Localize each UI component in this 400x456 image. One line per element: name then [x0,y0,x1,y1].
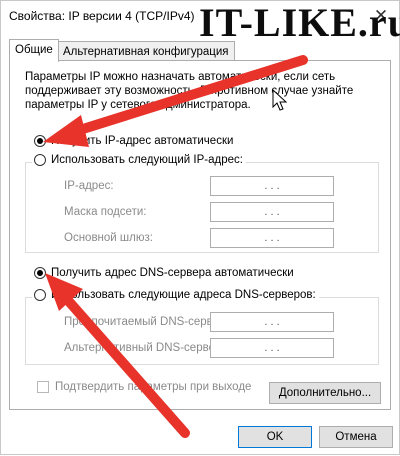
default-gateway-label: Основной шлюз: [64,232,153,244]
ip-manual-radio[interactable] [34,154,46,166]
mouse-cursor-icon [272,89,288,111]
ip-manual-option[interactable]: Использовать следующий IP-адрес: [32,154,246,166]
dns-manual-radio[interactable] [34,289,46,301]
ip-address-input[interactable]: . . . [210,176,334,196]
subnet-mask-input[interactable]: . . . [210,202,334,222]
ip-auto-radio[interactable] [34,135,46,147]
validate-option[interactable]: Подтвердить параметры при выходе [37,381,251,393]
dns-manual-option[interactable]: Использовать следующие адреса DNS-сервер… [32,289,319,301]
default-gateway-input[interactable]: . . . [210,228,334,248]
cancel-button[interactable]: Отмена [319,426,393,448]
ip-auto-label: Получить IP-адрес автоматически [51,135,234,147]
ip-address-label: IP-адрес: [64,180,114,192]
alternate-dns-label: Альтернативный DNS-сервер: [64,342,225,354]
preferred-dns-label: Предпочитаемый DNS-сервер: [64,316,229,328]
ip-manual-label: Использовать следующий IP-адрес: [51,154,243,166]
preferred-dns-input[interactable]: . . . [210,312,334,332]
dns-auto-radio[interactable] [34,267,46,279]
tab-alternative-config[interactable]: Альтернативная конфигурация [57,41,235,61]
site-watermark: IT-LIKE.ru [199,0,400,45]
dns-auto-option[interactable]: Получить адрес DNS-сервера автоматически [34,267,294,279]
window-title: Свойства: IP версии 4 (TCP/IPv4) [9,9,195,23]
subnet-mask-label: Маска подсети: [64,206,147,218]
properties-dialog: Свойства: IP версии 4 (TCP/IPv4) ✕ IT-LI… [0,0,400,455]
ip-auto-option[interactable]: Получить IP-адрес автоматически [34,135,233,147]
ok-button[interactable]: OK [238,426,312,448]
advanced-button[interactable]: Дополнительно... [269,382,381,404]
validate-checkbox[interactable] [37,381,49,393]
description-text: Параметры IP можно назначать автоматичес… [25,71,354,111]
alternate-dns-input[interactable]: . . . [210,338,334,358]
validate-label: Подтвердить параметры при выходе [55,381,252,393]
tab-general[interactable]: Общие [9,39,59,62]
dns-auto-label: Получить адрес DNS-сервера автоматически [51,267,294,279]
dns-manual-label: Использовать следующие адреса DNS-сервер… [51,289,316,301]
